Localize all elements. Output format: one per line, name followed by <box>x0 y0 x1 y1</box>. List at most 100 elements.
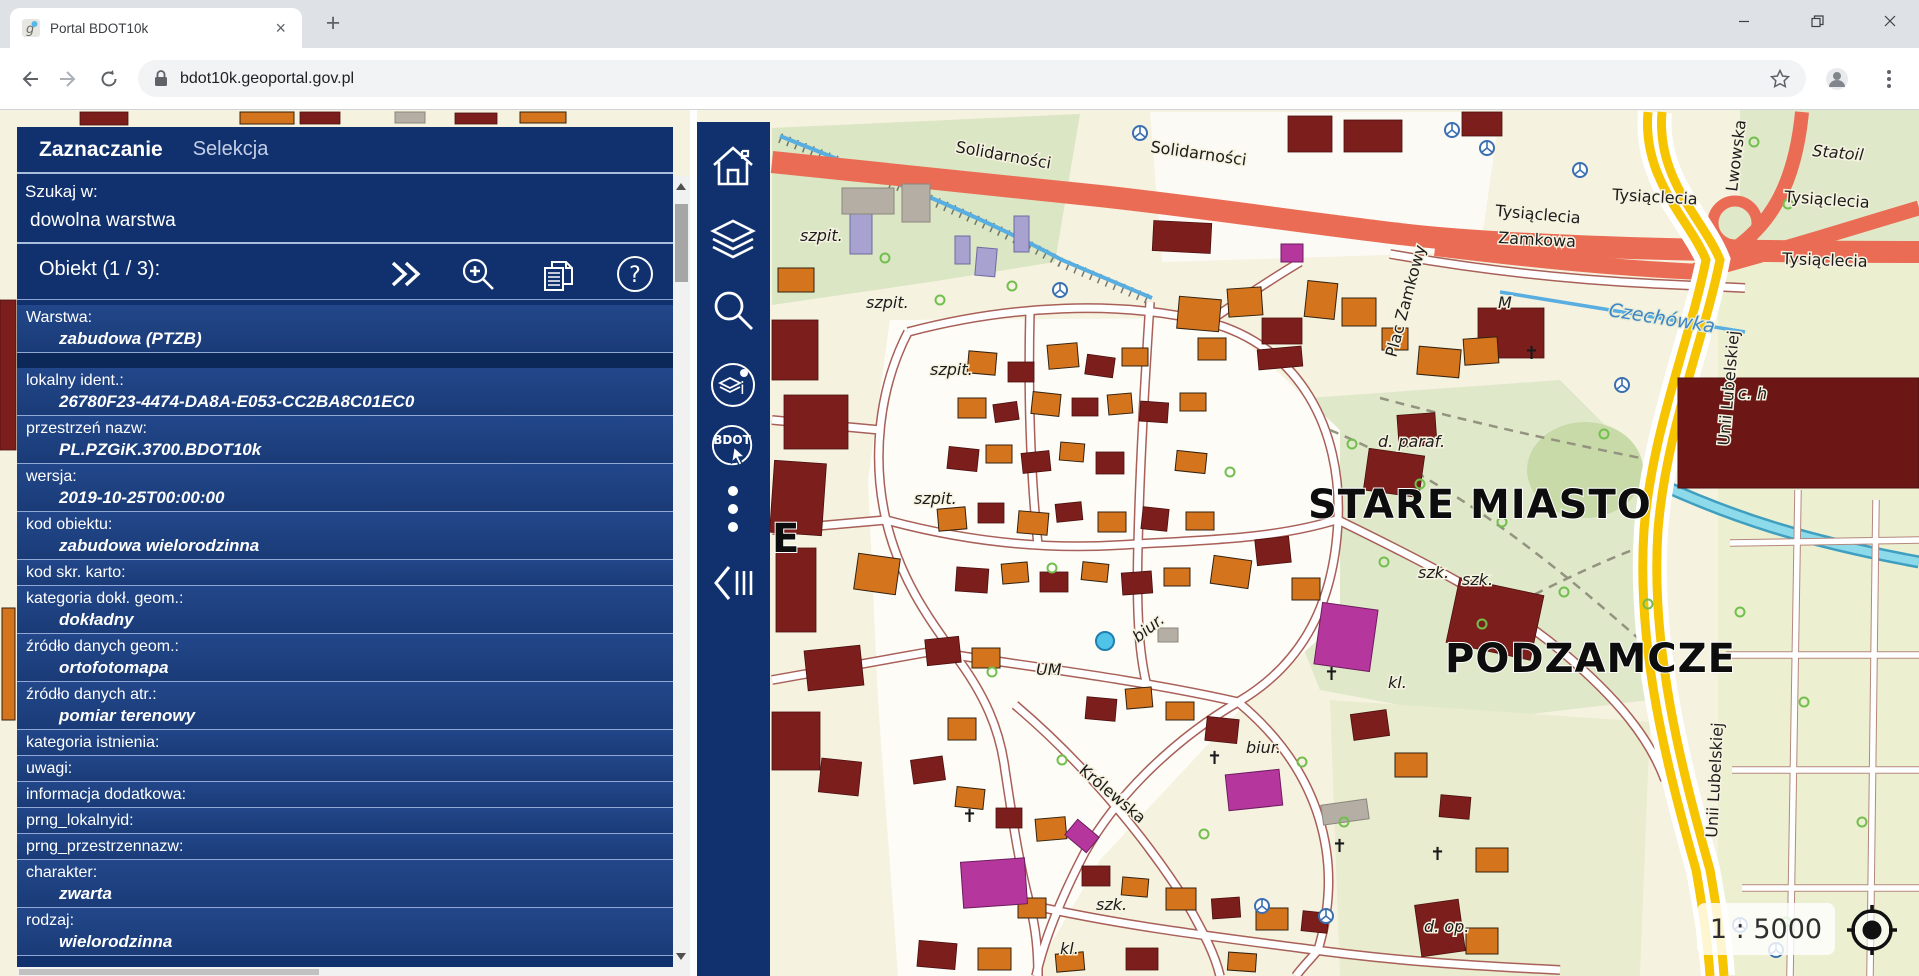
svg-text:BDOT: BDOT <box>713 433 751 447</box>
scroll-up-arrow[interactable] <box>676 183 686 190</box>
home-button[interactable] <box>709 142 757 190</box>
svg-text:szpit.: szpit. <box>800 226 843 245</box>
svg-text:✝: ✝ <box>1324 664 1339 685</box>
attribute-row: informacja dodatkowa: <box>17 782 673 808</box>
search-in-label: Szukaj w: <box>17 174 673 204</box>
attribute-row: kategoria istnienia: <box>17 730 673 756</box>
layer-select[interactable]: dowolna warstwa <box>17 204 673 244</box>
attribute-row: źródło danych geom.:ortofotomapa <box>17 634 673 682</box>
svg-text:biur.: biur. <box>1246 738 1281 757</box>
svg-text:szpit.: szpit. <box>930 360 973 379</box>
attribute-list: Warstwa:zabudowa (PTZB) lokalny ident.:2… <box>17 305 673 956</box>
zoom-to-object-icon[interactable] <box>458 254 498 294</box>
svg-text:✝: ✝ <box>962 806 977 827</box>
svg-text:szpit.: szpit. <box>866 293 909 312</box>
object-header-row: Obiekt (1 / 3): ? <box>17 244 673 300</box>
bdot-select-button[interactable]: BDOT <box>709 424 757 472</box>
attribute-row: Warstwa:zabudowa (PTZB) <box>17 305 673 353</box>
map-tool-sidebar: i BDOT <box>697 122 770 976</box>
forward-button[interactable] <box>52 62 86 96</box>
reload-button[interactable] <box>92 62 126 96</box>
bdot-select-icon: BDOT <box>709 422 757 474</box>
attribute-row: charakter:zwarta <box>17 860 673 908</box>
copy-attributes-icon[interactable] <box>538 254 578 294</box>
attribute-row: kategoria dokł. geom.:dokładny <box>17 586 673 634</box>
scrollbar-thumb[interactable] <box>675 204 688 282</box>
more-tools-button[interactable] <box>709 481 757 537</box>
svg-text:szk.: szk. <box>1096 895 1127 914</box>
attribute-row: kod skr. karto: <box>17 560 673 586</box>
panel-vertical-scrollbar[interactable] <box>673 176 690 967</box>
svg-text:E: E <box>772 516 800 562</box>
url-text: bdot10k.geoportal.gov.pl <box>180 70 354 88</box>
svg-text:d. paraf.: d. paraf. <box>1378 432 1445 451</box>
svg-text:STARE MIASTO: STARE MIASTO <box>1308 482 1652 528</box>
svg-text:PODZAMCZE: PODZAMCZE <box>1445 636 1736 682</box>
svg-text:kl.: kl. <box>1388 673 1407 692</box>
search-button[interactable] <box>709 286 757 334</box>
home-icon <box>709 142 757 190</box>
attribute-row: kod obiektu:zabudowa wielorodzinna <box>17 512 673 560</box>
map-scale-indicator: 1 : 5000 <box>1697 903 1835 955</box>
svg-text:c. h: c. h <box>1738 384 1767 403</box>
locate-button[interactable] <box>1843 901 1901 959</box>
svg-text:szk.: szk. <box>1418 563 1449 582</box>
svg-text:?: ? <box>629 263 641 288</box>
tab-zaznaczanie[interactable]: Zaznaczanie <box>39 138 163 162</box>
attribute-row: lokalny ident.:26780F23-4474-DA8A-E053-C… <box>17 368 673 416</box>
site-favicon: g <box>22 19 40 37</box>
svg-text:d. op.: d. op. <box>1424 917 1469 936</box>
new-tab-button[interactable]: + <box>318 11 348 37</box>
browser-tab[interactable]: g Portal BDOT10k × <box>10 8 302 48</box>
layer-info-button[interactable]: i <box>709 361 757 409</box>
identify-panel: Zaznaczanie Selekcja Szukaj w: dowolna w… <box>17 127 673 976</box>
browser-tab-strip: g Portal BDOT10k × + <box>0 0 1919 48</box>
svg-text:M: M <box>1498 293 1512 312</box>
back-button[interactable] <box>12 62 46 96</box>
tab-close-icon[interactable]: × <box>271 17 290 39</box>
https-lock-icon <box>154 70 168 87</box>
svg-text:szk.: szk. <box>1462 570 1493 589</box>
identify-panel-tabs: Zaznaczanie Selekcja <box>17 127 673 174</box>
svg-text:Zamkowa: Zamkowa <box>1498 228 1577 251</box>
svg-text:✝: ✝ <box>1332 836 1347 857</box>
row-group-gap <box>17 353 673 368</box>
next-object-icon[interactable] <box>385 254 425 294</box>
attribute-row: uwagi: <box>17 756 673 782</box>
attribute-row: rodzaj:wielorodzinna <box>17 908 673 956</box>
svg-text:i: i <box>740 379 745 399</box>
attribute-row: prng_przestrzennazw: <box>17 834 673 860</box>
object-counter-label: Obiekt (1 / 3): <box>39 258 160 281</box>
attribute-row: prng_lokalnyid: <box>17 808 673 834</box>
more-dots-icon <box>726 484 740 534</box>
search-icon <box>709 286 757 334</box>
svg-text:✝: ✝ <box>1430 844 1445 865</box>
hscrollbar-thumb[interactable] <box>19 969 319 975</box>
profile-avatar[interactable] <box>1820 62 1854 96</box>
scroll-down-arrow[interactable] <box>676 953 686 960</box>
bookmark-star-icon[interactable] <box>1770 69 1790 89</box>
window-restore-button[interactable] <box>1788 0 1846 42</box>
browser-menu-icon[interactable] <box>1872 62 1906 96</box>
crosshair-target-icon <box>1843 901 1901 959</box>
address-bar[interactable]: bdot10k.geoportal.gov.pl <box>138 60 1806 97</box>
browser-toolbar: bdot10k.geoportal.gov.pl <box>0 48 1919 110</box>
svg-text:Tysiąclecia: Tysiąclecia <box>1781 249 1868 271</box>
svg-text:kl.: kl. <box>1060 939 1079 958</box>
svg-text:szpit.: szpit. <box>914 489 957 508</box>
window-minimize-button[interactable] <box>1715 0 1773 42</box>
svg-text:✝: ✝ <box>1524 343 1539 364</box>
panel-horizontal-scrollbar[interactable] <box>17 967 673 976</box>
layers-icon <box>709 216 757 264</box>
help-icon[interactable]: ? <box>615 254 655 294</box>
selected-object-marker[interactable] <box>1096 632 1114 650</box>
tab-selekcja[interactable]: Selekcja <box>193 138 269 161</box>
svg-text:✝: ✝ <box>1207 748 1222 769</box>
window-close-button[interactable] <box>1861 0 1919 42</box>
layers-button[interactable] <box>709 216 757 264</box>
collapse-panel-button[interactable] <box>709 559 757 607</box>
layer-info-icon: i <box>709 361 757 409</box>
panel-map-divider <box>690 110 697 976</box>
scrollbar-corner <box>673 967 690 976</box>
attribute-row: wersja:2019-10-25T00:00:00 <box>17 464 673 512</box>
